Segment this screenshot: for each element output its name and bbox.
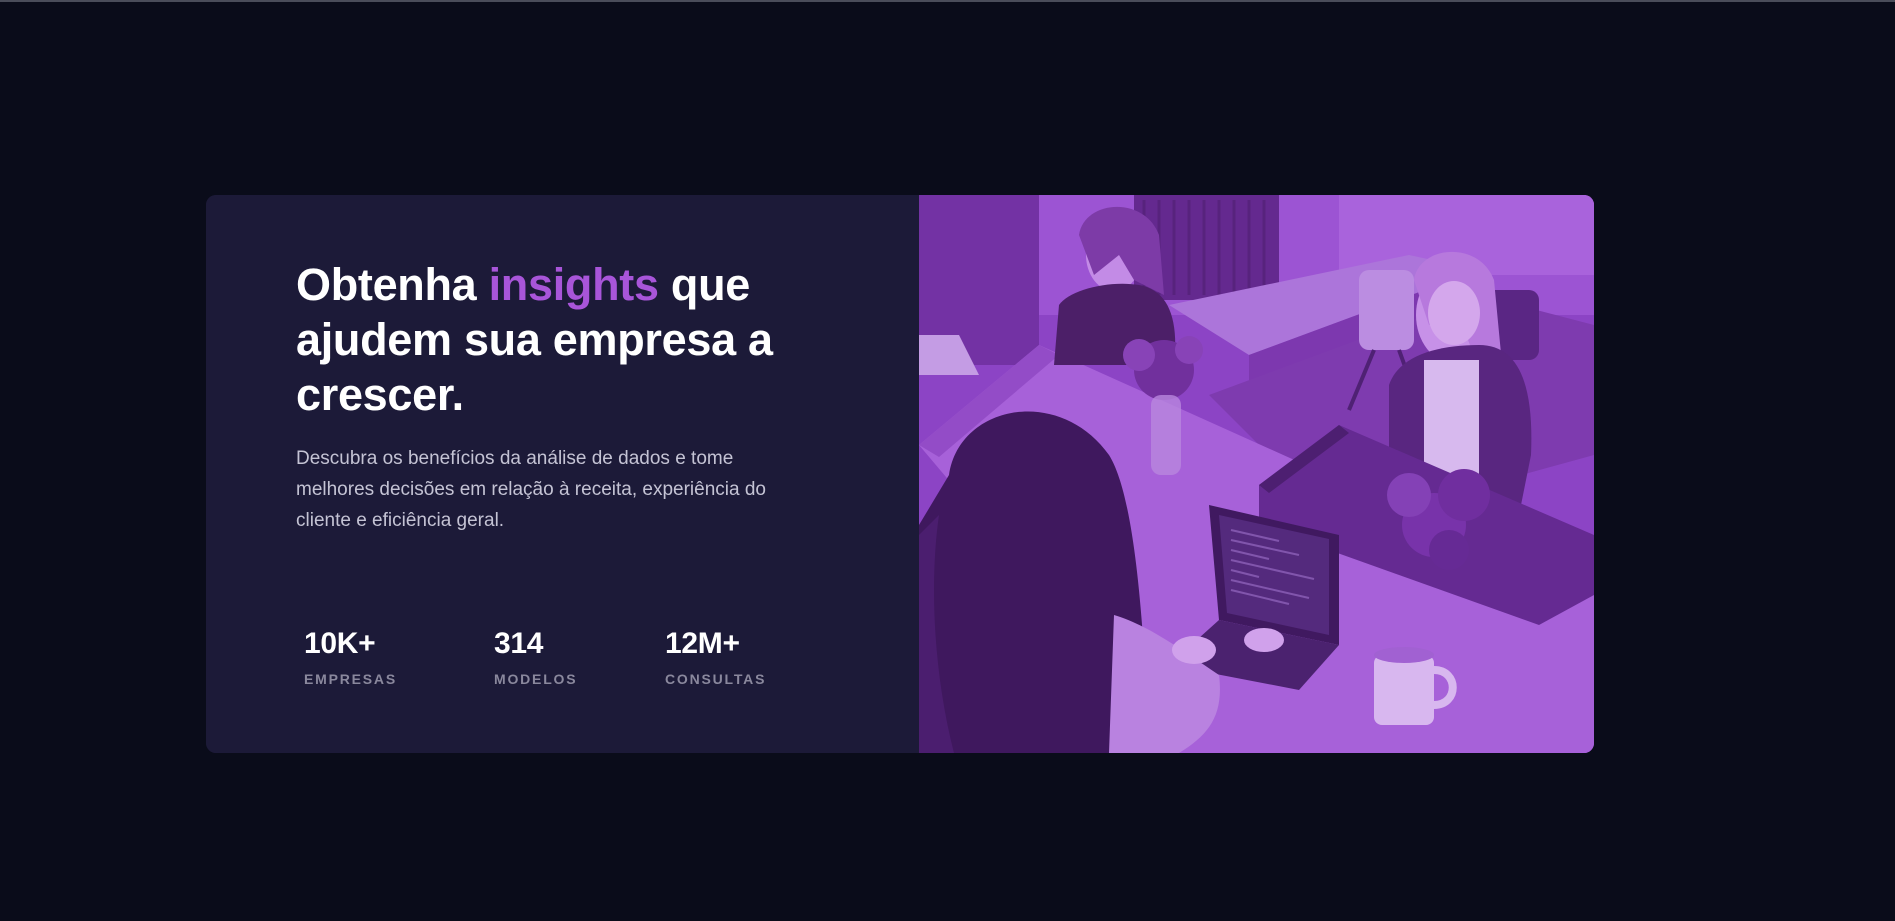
- stat-label: CONSULTAS: [665, 671, 767, 687]
- headline: Obtenha insights que ajudem sua empresa …: [296, 257, 836, 422]
- stats-row: 10K+ EMPRESAS 314 MODELOS 12M+ CONSULTAS: [304, 627, 824, 697]
- office-photo-illustration: [919, 195, 1594, 753]
- headline-part-1: Obtenha: [296, 259, 489, 310]
- stat-value: 12M+: [665, 627, 740, 660]
- card-content: Obtenha insights que ajudem sua empresa …: [206, 195, 919, 753]
- stat-label: EMPRESAS: [304, 671, 397, 687]
- window-top-border: [0, 0, 1895, 2]
- headline-accent: insights: [488, 259, 659, 310]
- stat-label: MODELOS: [494, 671, 578, 687]
- stat-queries: 12M+ CONSULTAS: [665, 627, 766, 687]
- stat-companies: 10K+ EMPRESAS: [304, 627, 397, 687]
- stat-value: 314: [494, 627, 544, 660]
- stats-preview-card: Obtenha insights que ajudem sua empresa …: [206, 195, 1594, 753]
- stat-templates: 314 MODELOS: [494, 627, 577, 687]
- description: Descubra os benefícios da análise de dad…: [296, 448, 766, 531]
- stat-value: 10K+: [304, 627, 376, 660]
- office-photo: [919, 195, 1594, 753]
